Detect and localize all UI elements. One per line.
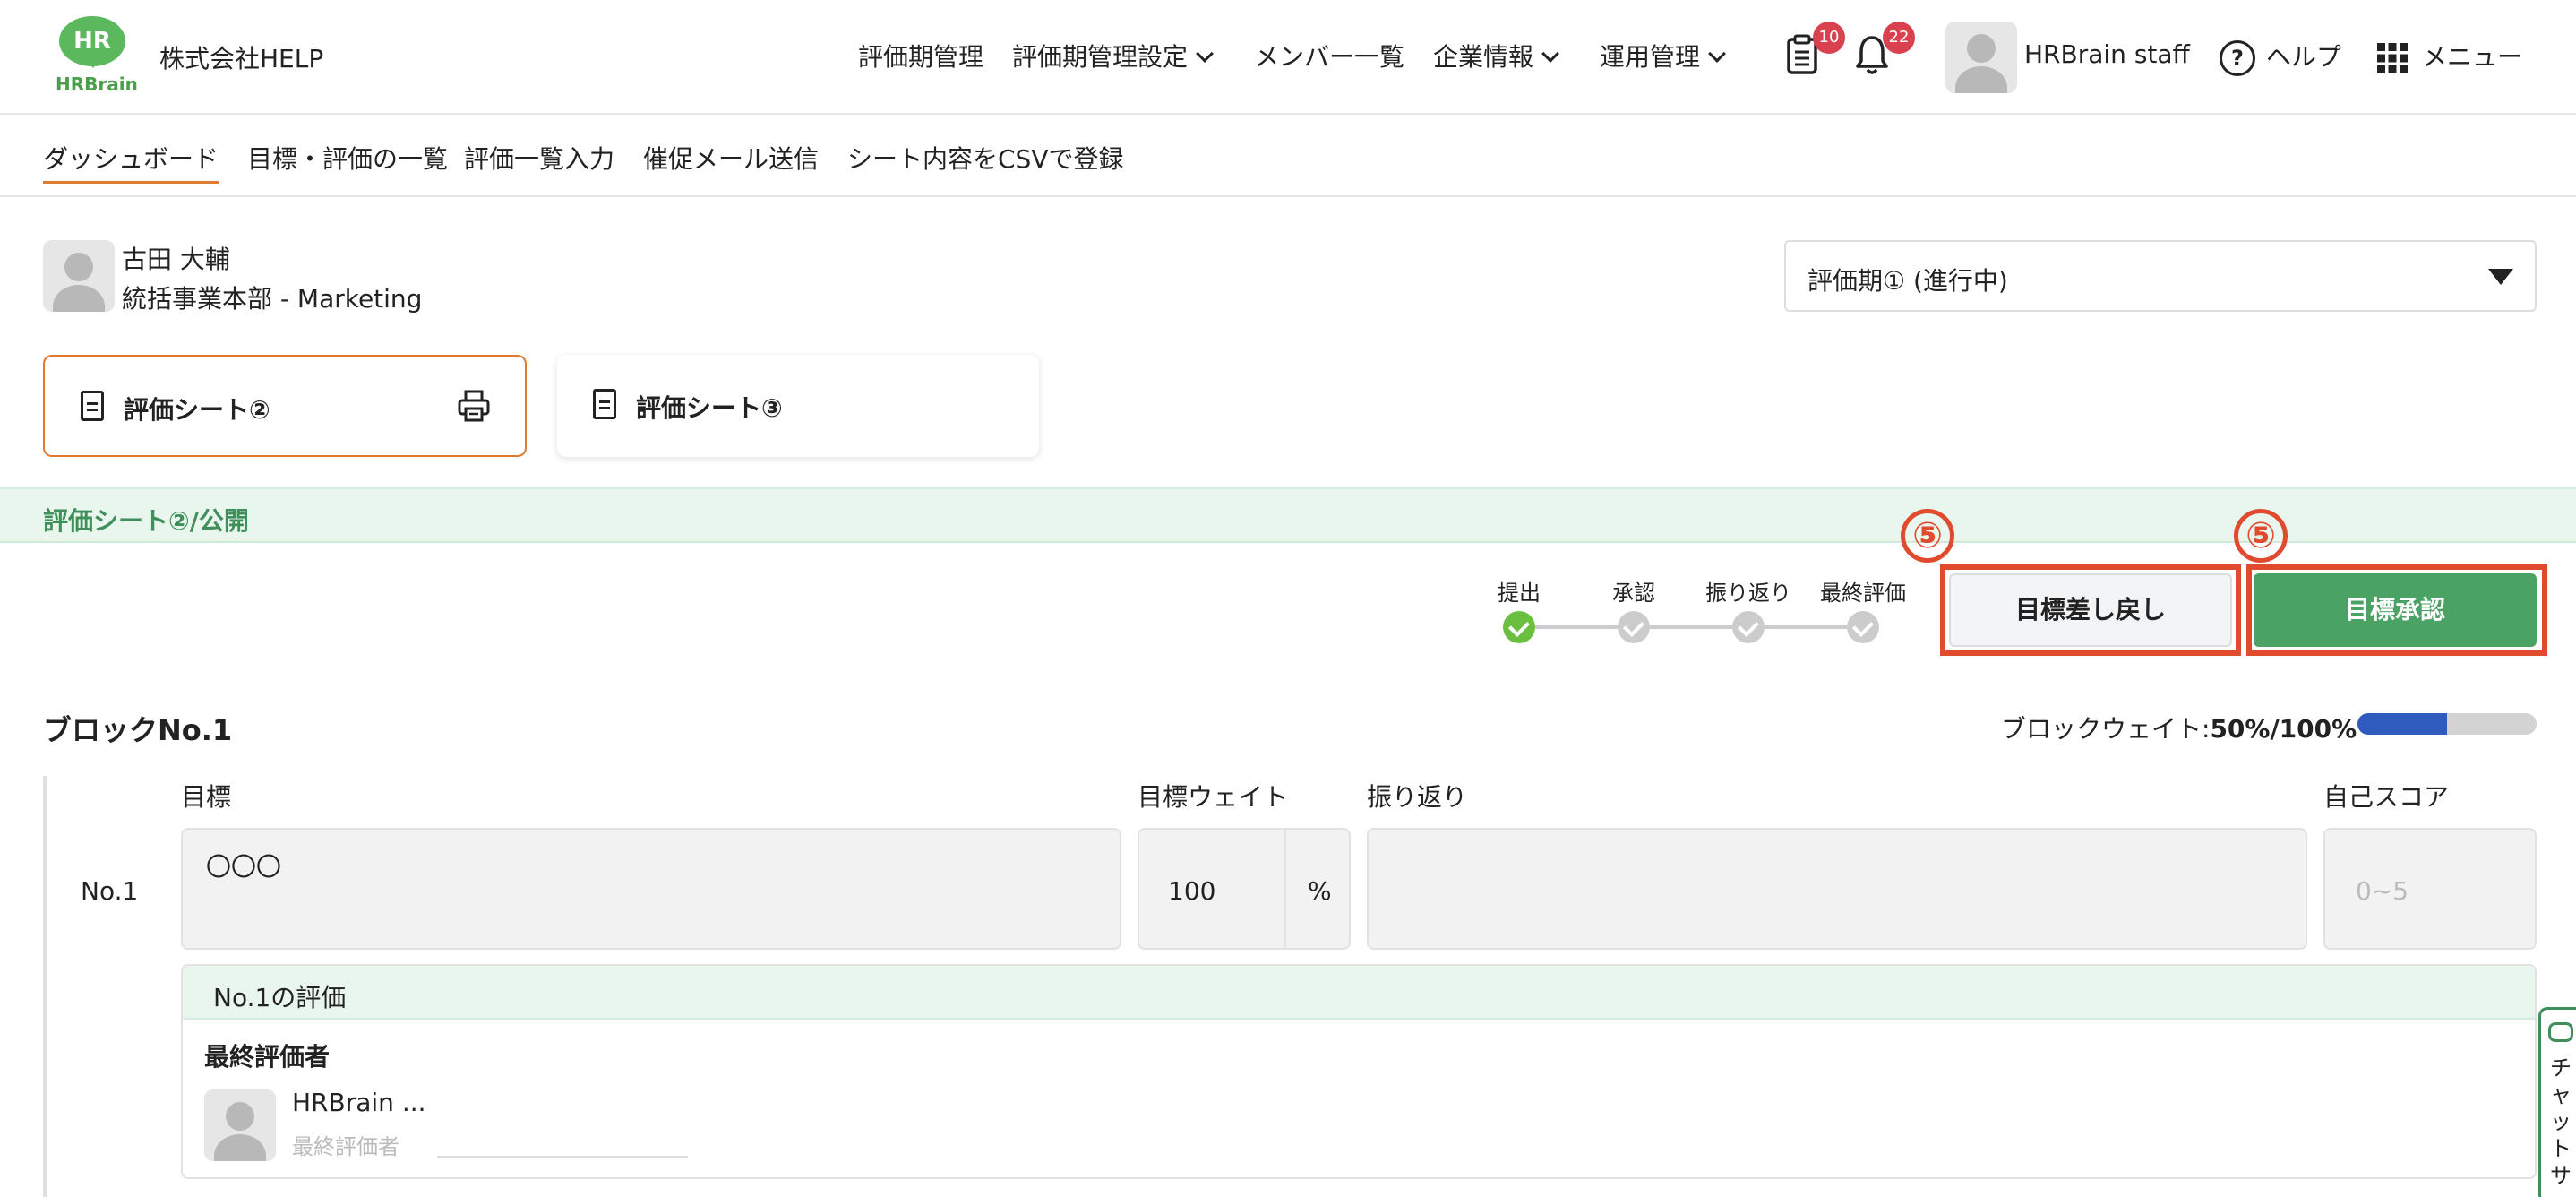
- menu-button[interactable]: メニュー: [2377, 38, 2522, 73]
- block-weight-value: 50%/100%: [2210, 714, 2357, 744]
- notifications-button[interactable]: 22: [1854, 22, 1915, 77]
- avatar-body: [53, 284, 105, 312]
- tasks-badge: 10: [1813, 22, 1845, 54]
- avatar-head: [64, 253, 93, 282]
- annotation-marker-approve: ⑤: [2234, 509, 2288, 563]
- progress-track: [1519, 625, 1863, 629]
- top-header: HR HRBrain 株式会社HELP 評価期管理 評価期管理設定 メンバー一覧…: [0, 0, 2576, 115]
- hrbrain-logo[interactable]: HR HRBrain: [52, 16, 138, 95]
- chat-support-tab[interactable]: チャットサ: [2538, 1007, 2576, 1197]
- chevron-down-icon: [1541, 45, 1559, 63]
- step-check-approve-icon: [1618, 611, 1650, 643]
- logo-bubble: HR: [59, 16, 125, 68]
- tab-goal-evaluation-list[interactable]: 目標・評価の一覧: [247, 140, 448, 176]
- avatar-head: [226, 1102, 254, 1132]
- member-avatar: [43, 240, 115, 312]
- block-weight-label: ブロックウェイト:: [2001, 714, 2211, 744]
- goal-weight-field[interactable]: 100 %: [1138, 828, 1351, 950]
- menu-label: メニュー: [2422, 42, 2523, 72]
- column-header-weight: 目標ウェイト: [1138, 782, 1289, 812]
- block-weight-fill: [2357, 713, 2447, 735]
- nav-member-list[interactable]: メンバー一覧: [1254, 38, 1404, 73]
- evaluation-period-select[interactable]: 評価期① (進行中): [1784, 240, 2537, 312]
- nav-label: メンバー一覧: [1254, 42, 1405, 72]
- nav-label: 評価期管理設定: [1012, 42, 1189, 72]
- nav-label: 企業情報: [1433, 42, 1534, 72]
- row-number: No.1: [81, 876, 139, 906]
- nav-label: 運用管理: [1600, 42, 1701, 72]
- step-check-submit-icon: [1503, 611, 1535, 643]
- nav-evaluation-settings[interactable]: 評価期管理設定: [1012, 38, 1214, 73]
- evaluator-avatar: [204, 1089, 276, 1161]
- annotation-box-approve: [2246, 564, 2547, 656]
- final-evaluator-title: 最終評価者: [204, 1042, 331, 1072]
- print-icon[interactable]: [457, 389, 491, 423]
- sheet-card-label: 評価シート③: [636, 393, 783, 423]
- evaluation-panel-title: No.1の評価: [183, 966, 2535, 1020]
- evaluation-panel: No.1の評価 最終評価者 HRBrain ... 最終評価者: [181, 964, 2537, 1179]
- period-select-value: 評価期① (進行中): [1807, 266, 2008, 296]
- tasks-button[interactable]: 10: [1784, 22, 1845, 77]
- avatar-body: [214, 1133, 266, 1161]
- avatar-head: [1967, 34, 1996, 64]
- chat-support-label: チャットサ: [2550, 1055, 2572, 1188]
- member-department: 統括事業本部 - Marketing: [122, 284, 423, 314]
- annotation-marker-return: ⑤: [1901, 509, 1954, 563]
- self-score-placeholder: 0~5: [2356, 876, 2409, 906]
- help-link[interactable]: ? ヘルプ: [2220, 38, 2341, 76]
- tab-reminder-mail[interactable]: 催促メール送信: [643, 140, 819, 176]
- sheet-card-3[interactable]: 評価シート③: [557, 355, 1039, 457]
- avatar-body: [1955, 65, 2007, 93]
- step-check-final-icon: [1847, 611, 1879, 643]
- block-weight-bar: [2357, 713, 2537, 735]
- nav-label: 評価期管理: [858, 42, 984, 72]
- annotation-box-return: [1940, 564, 2241, 656]
- nav-company-info[interactable]: 企業情報: [1433, 38, 1559, 73]
- sheet-card-label: 評価シート②: [124, 395, 270, 425]
- help-label: ヘルプ: [2266, 42, 2342, 72]
- company-name: 株式会社HELP: [159, 44, 324, 73]
- help-icon: ?: [2220, 40, 2255, 76]
- goal-weight-value: 100: [1168, 876, 1216, 906]
- column-header-goal: 目標: [181, 782, 232, 812]
- self-score-field[interactable]: 0~5: [2323, 828, 2537, 950]
- notifications-badge: 22: [1883, 22, 1915, 54]
- weight-separator: [1284, 830, 1286, 948]
- tab-csv-import[interactable]: シート内容をCSVで登録: [847, 140, 1123, 176]
- nav-evaluation-period[interactable]: 評価期管理: [858, 38, 983, 73]
- block-divider: [43, 776, 47, 1197]
- review-field[interactable]: [1367, 828, 2307, 950]
- sub-navigation: ダッシュボード 目標・評価の一覧 評価一覧入力 催促メール送信 シート内容をCS…: [0, 116, 2576, 197]
- step-label-submit: 提出: [1498, 581, 1541, 606]
- block-weight: ブロックウェイト:50%/100%: [2001, 710, 2357, 745]
- member-name: 古田 大輔: [122, 245, 230, 274]
- tab-bulk-evaluation-input[interactable]: 評価一覧入力: [464, 140, 614, 176]
- caret-down-icon: [2488, 269, 2513, 285]
- column-header-review: 振り返り: [1367, 782, 1468, 812]
- column-header-self-score: 自己スコア: [2323, 782, 2450, 812]
- chevron-down-icon: [1708, 45, 1726, 63]
- chat-bubble-icon: [2548, 1022, 2573, 1042]
- tab-dashboard[interactable]: ダッシュボード: [43, 140, 219, 184]
- step-label-review: 振り返り: [1705, 581, 1791, 606]
- nav-operations[interactable]: 運用管理: [1600, 38, 1726, 73]
- step-check-review-icon: [1732, 611, 1765, 643]
- user-avatar[interactable]: [1945, 22, 2017, 93]
- logo-word: HRBrain: [56, 73, 138, 95]
- evaluator-name: HRBrain ...: [292, 1088, 426, 1117]
- grid-menu-icon: [2377, 43, 2408, 73]
- sheet-section-title: 評価シート②/公開: [0, 487, 2576, 543]
- chevron-down-icon: [1196, 45, 1214, 63]
- step-label-final: 最終評価: [1820, 581, 1906, 606]
- sheet-card-2[interactable]: 評価シート②: [43, 355, 527, 457]
- user-name[interactable]: HRBrain staff: [2024, 39, 2190, 69]
- block-title: ブロックNo.1: [43, 713, 233, 747]
- goal-field[interactable]: 〇〇〇: [181, 828, 1121, 950]
- step-label-approve: 承認: [1612, 581, 1655, 606]
- evaluator-underline: [437, 1156, 688, 1158]
- document-icon: [593, 389, 616, 419]
- document-icon: [81, 391, 104, 421]
- goal-weight-unit: %: [1308, 876, 1332, 906]
- evaluator-role: 最終評価者: [292, 1134, 399, 1159]
